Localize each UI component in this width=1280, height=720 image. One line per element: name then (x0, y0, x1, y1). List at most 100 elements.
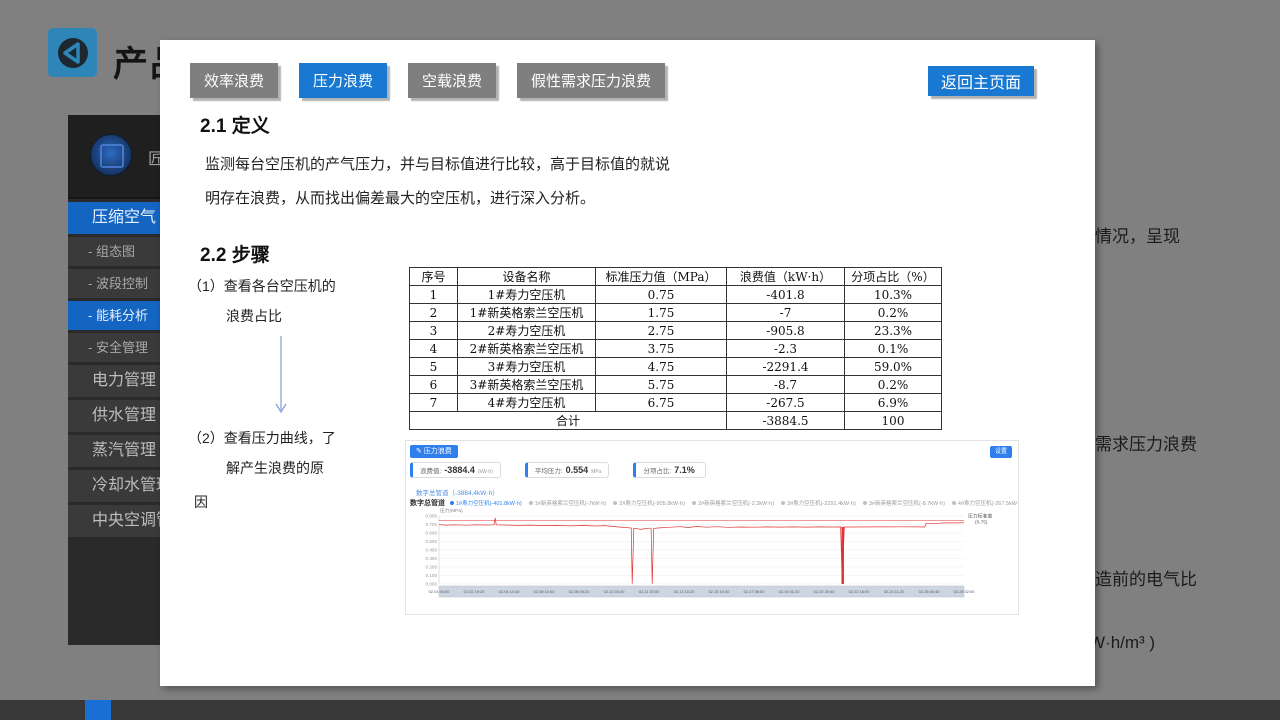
cell: 5 (410, 358, 458, 376)
cell: 23.3% (845, 322, 942, 340)
legend-label: 4#寿力空压机(-267.5kW·h) (958, 499, 1019, 507)
legend-item: 4#寿力空压机(-267.5kW·h) (952, 499, 1019, 507)
cell: 5.75 (596, 376, 727, 394)
legend-dot-icon (781, 501, 785, 505)
stat-unit: MPa (591, 469, 601, 475)
step-1-line-2: 浪费占比 (226, 306, 282, 326)
svg-text:02-17 06:00: 02-17 06:00 (744, 589, 766, 594)
cell: 0.2% (845, 304, 942, 322)
legend-item: 2#寿力空压机(-905.8kW·h) (613, 499, 685, 507)
table-row: 74#寿力空压机6.75-267.56.9% (410, 394, 942, 412)
tab-false-demand-waste[interactable]: 假性需求压力浪费 (517, 63, 665, 98)
total-share: 100 (845, 412, 942, 430)
cell: 6 (410, 376, 458, 394)
step-2-line-1: （2）查看压力曲线，了 (188, 428, 336, 448)
svg-text:02-10 00:40: 02-10 00:40 (604, 589, 626, 594)
svg-text:02-19 01:20: 02-19 01:20 (779, 589, 801, 594)
svg-text:0.800: 0.800 (426, 514, 438, 519)
step-1-line-1: （1）查看各台空压机的 (188, 276, 336, 296)
stat-value: -3884.4 (444, 465, 475, 475)
legend-item: 1#新英格索兰空压机(-7kW·h) (529, 499, 607, 507)
svg-text:压力标准值: 压力标准值 (968, 513, 992, 520)
svg-text:02-13 15:20: 02-13 15:20 (674, 589, 696, 594)
legend-label: 3#新英格索兰空压机(-8.7kW·h) (869, 499, 945, 507)
clipped-text-4: W·h/m³ ) (1089, 633, 1155, 653)
pressure-curve-screenshot: ✎ 压力浪费 设置 浪费值: -3884.4 (kW·h) 平均压力: 0.55… (405, 440, 1019, 615)
step-2-line-3: 因 (194, 492, 208, 512)
cell: 10.3% (845, 286, 942, 304)
screenshot-tab-pressure-waste: ✎ 压力浪费 (410, 445, 458, 458)
stat-unit: (kW·h) (478, 469, 493, 475)
col-header-pressure: 标准压力值（MPa） (596, 268, 727, 286)
svg-text:02-20 20:40: 02-20 20:40 (814, 589, 836, 594)
cell: 4.75 (596, 358, 727, 376)
back-icon (56, 36, 90, 70)
table-row: 42#新英格索兰空压机3.75-2.30.1% (410, 340, 942, 358)
legend-item: 3#寿力空压机(-2291.4kW·h) (781, 499, 856, 507)
svg-text:0.000: 0.000 (426, 582, 438, 587)
legend-dot-icon (450, 501, 454, 505)
svg-text:0.300: 0.300 (426, 556, 438, 561)
tab-efficiency-waste[interactable]: 效率浪费 (190, 63, 278, 98)
cell: -7 (727, 304, 845, 322)
cell: 1#寿力空压机 (458, 286, 596, 304)
cell: -8.7 (727, 376, 845, 394)
cell: 1 (410, 286, 458, 304)
table-row: 32#寿力空压机2.75-905.823.3% (410, 322, 942, 340)
legend-dot-icon (692, 501, 696, 505)
svg-text:0.400: 0.400 (426, 548, 438, 553)
stat-label: 浪费值: (420, 465, 441, 475)
table-row: 21#新英格索兰空压机1.75-70.2% (410, 304, 942, 322)
legend-item: 2#新英格索兰空压机(-2.3kW·h) (692, 499, 774, 507)
svg-text:02-01 00:00: 02-01 00:00 (429, 589, 451, 594)
bottom-bar-accent (85, 700, 111, 720)
clipped-text-3: 造前的电气比 (1095, 565, 1197, 590)
legend-label: 1#新英格索兰空压机(-7kW·h) (535, 499, 607, 507)
cell: -2291.4 (727, 358, 845, 376)
legend-dot-icon (529, 501, 533, 505)
back-badge-button[interactable] (48, 28, 97, 77)
cell: -2.3 (727, 340, 845, 358)
main-pipeline-link: 数字总管道（-3884.4kW·h） (416, 487, 499, 497)
legend-label: 2#新英格索兰空压机(-2.3kW·h) (698, 499, 774, 507)
cell: 3#寿力空压机 (458, 358, 596, 376)
stat-label: 平均压力: (535, 465, 563, 475)
cell: 0.2% (845, 376, 942, 394)
svg-text:02-08 05:20: 02-08 05:20 (569, 589, 591, 594)
step-2-line-2: 解产生浪费的原 (226, 458, 324, 478)
cell: 6.75 (596, 394, 727, 412)
cell: 2#寿力空压机 (458, 322, 596, 340)
steps-heading: 2.2 步骤 (200, 240, 270, 267)
tab-idle-waste[interactable]: 空载浪费 (408, 63, 496, 98)
svg-text:02-24 11:20: 02-24 11:20 (884, 589, 905, 594)
stat-share: 分项占比: 7.1% (633, 462, 705, 478)
definition-paragraph: 监测每台空压机的产气压力，并与目标值进行比较，高于目标值的就说 明存在浪费，从而… (205, 148, 745, 216)
stat-value: 7.1% (674, 465, 695, 475)
cell: 1.75 (596, 304, 727, 322)
total-label: 合计 (410, 412, 727, 430)
cell: 1#新英格索兰空压机 (458, 304, 596, 322)
bottom-bar (0, 700, 1280, 720)
legend-label: 2#寿力空压机(-905.8kW·h) (619, 499, 685, 507)
svg-text:02-02 19:20: 02-02 19:20 (464, 589, 486, 594)
cell: 4#寿力空压机 (458, 394, 596, 412)
legend-dot-icon (952, 501, 956, 505)
cell: 2.75 (596, 322, 727, 340)
definition-heading: 2.1 定义 (200, 111, 270, 138)
table-header-row: 序号 设备名称 标准压力值（MPa） 浪费值（kW·h） 分项占比（%） (410, 268, 942, 286)
legend-label: 3#寿力空压机(-2291.4kW·h) (787, 499, 856, 507)
cell: 59.0% (845, 358, 942, 376)
table-row: 11#寿力空压机0.75-401.810.3% (410, 286, 942, 304)
cell: -401.8 (727, 286, 845, 304)
return-main-button[interactable]: 返回主页面 (928, 66, 1034, 96)
svg-text:02-04 14:40: 02-04 14:40 (499, 589, 521, 594)
tab-pressure-waste[interactable]: 压力浪费 (299, 63, 387, 98)
svg-text:0.700: 0.700 (426, 522, 438, 527)
stat-avg-pressure: 平均压力: 0.554 MPa (525, 462, 610, 478)
cell: 7 (410, 394, 458, 412)
legend-label: 1#寿力空压机(-401.8kW·h) (456, 499, 522, 507)
cell: 3 (410, 322, 458, 340)
col-header-index: 序号 (410, 268, 458, 286)
legend-dot-icon (613, 501, 617, 505)
cell: 4 (410, 340, 458, 358)
